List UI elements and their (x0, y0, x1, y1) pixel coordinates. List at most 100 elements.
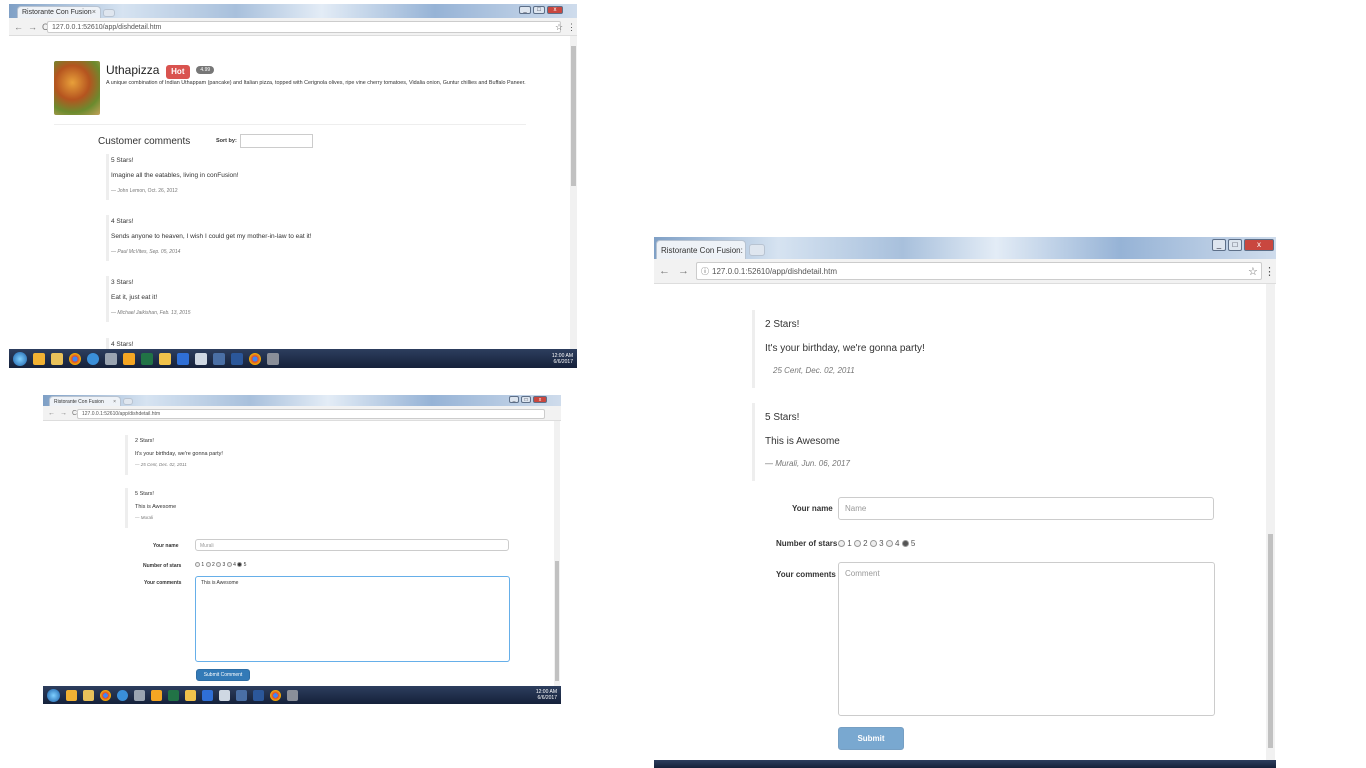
taskbar-app-icon[interactable] (66, 689, 77, 701)
taskbar-app-icon[interactable] (177, 352, 189, 365)
address-bar[interactable]: ⓘ 127.0.0.1:52610/app/dishdetail.htm (696, 262, 1262, 280)
taskbar-excel-icon[interactable] (168, 689, 179, 701)
comment-author: — John Lemon, Oct. 26, 2012 (111, 188, 178, 194)
taskbar-app-icon[interactable] (236, 689, 247, 701)
new-tab-button[interactable] (749, 244, 765, 256)
comment-rating: 3 Stars! (111, 279, 134, 286)
page-scrollbar[interactable] (554, 421, 560, 686)
taskbar-clock[interactable]: 12:00 AM 6/6/2017 (536, 689, 557, 701)
back-icon[interactable]: ← (48, 410, 55, 417)
close-button[interactable]: x (1244, 239, 1274, 251)
taskbar-app-icon[interactable] (287, 689, 298, 701)
taskbar-app-icon[interactable] (213, 352, 225, 365)
comments-textarea-value: This is Awesome (201, 580, 239, 586)
browser-menu-icon[interactable]: ⋮ (1264, 265, 1275, 278)
star-radio[interactable] (838, 540, 845, 548)
taskbar-app-icon[interactable] (267, 352, 279, 365)
forward-icon[interactable]: → (678, 265, 689, 277)
back-icon[interactable]: ← (659, 265, 670, 277)
browser-tab[interactable]: Ristorante Con Fusion: M × (656, 240, 746, 259)
name-input[interactable]: Murali (195, 539, 509, 551)
windows-taskbar: 12:00 AM 6/6/2017 (43, 686, 561, 704)
browser-menu-icon[interactable]: ⋮ (567, 22, 576, 33)
new-tab-button[interactable] (123, 398, 133, 405)
comments-textarea[interactable]: Comment (838, 562, 1215, 716)
star-radio[interactable] (226, 562, 232, 568)
star-radio-selected[interactable] (901, 540, 909, 548)
minimize-button[interactable]: _ (1212, 239, 1226, 251)
star-radio[interactable] (853, 540, 861, 548)
tab-close-icon[interactable]: × (92, 9, 96, 16)
address-bar[interactable]: 127.0.0.1:52610/app/dishdetail.htm (47, 21, 561, 33)
forward-icon[interactable]: → (60, 410, 67, 417)
back-icon[interactable]: ← (14, 22, 23, 32)
browser-tab[interactable]: Ristorante Con Fusion × (17, 6, 101, 18)
name-input-placeholder: Name (845, 504, 867, 513)
taskbar-word-icon[interactable] (253, 689, 264, 701)
close-button[interactable]: x (533, 396, 547, 403)
taskbar-app-icon[interactable] (202, 689, 213, 701)
taskbar-app-icon[interactable] (195, 352, 207, 365)
address-bar[interactable]: 127.0.0.1:52610/app/dishdetail.htm (77, 409, 545, 419)
scrollbar-thumb[interactable] (1268, 534, 1273, 748)
comment-rating: 5 Stars! (765, 412, 800, 423)
close-button[interactable]: x (547, 6, 563, 14)
site-info-icon[interactable]: ⓘ (701, 266, 709, 277)
taskbar-chrome-icon[interactable] (270, 689, 281, 701)
taskbar-folder-icon[interactable] (159, 352, 171, 365)
url-text: 127.0.0.1:52610/app/dishdetail.htm (712, 266, 837, 276)
minimize-button[interactable]: _ (519, 6, 531, 14)
maximize-button[interactable]: □ (1228, 239, 1242, 251)
maximize-button[interactable]: □ (533, 6, 545, 14)
tab-close-icon[interactable]: × (113, 399, 116, 405)
taskbar-ie-icon[interactable] (87, 352, 99, 365)
name-input[interactable]: Name (838, 497, 1214, 520)
taskbar-app-icon[interactable] (105, 352, 117, 365)
star-radio-group: 1 2 3 4 5 (195, 562, 246, 568)
taskbar-ie-icon[interactable] (117, 689, 128, 701)
taskbar-word-icon[interactable] (231, 352, 243, 365)
submit-comment-button[interactable]: Submit Comment (838, 727, 904, 764)
bookmark-star-icon[interactable]: ☆ (555, 22, 563, 33)
taskbar-excel-icon[interactable] (141, 352, 153, 365)
page-scrollbar[interactable] (570, 36, 577, 349)
start-button[interactable] (47, 688, 60, 702)
new-tab-button[interactable] (103, 9, 115, 17)
forward-icon[interactable]: → (28, 22, 37, 32)
submit-comment-button[interactable]: Submit Comment (196, 669, 250, 681)
taskbar-app-icon[interactable] (123, 352, 135, 365)
sort-input[interactable] (240, 134, 313, 148)
maximize-button[interactable]: □ (521, 396, 531, 403)
bookmark-star-icon[interactable]: ☆ (1248, 265, 1258, 278)
star-radio[interactable] (885, 540, 893, 548)
taskbar-app-icon[interactable] (151, 689, 162, 701)
scrollbar-thumb[interactable] (571, 46, 576, 186)
star-radio-label: 1 (847, 539, 852, 548)
start-button[interactable] (13, 351, 27, 366)
screenshot-dish-detail-top: Ristorante Con Fusion × _ □ x ← → C 127.… (9, 4, 577, 368)
star-radio[interactable] (216, 562, 222, 568)
taskbar-app-icon[interactable] (219, 689, 230, 701)
page-scrollbar[interactable] (1266, 284, 1275, 760)
taskbar-app-icon[interactable] (134, 689, 145, 701)
star-radio[interactable] (869, 540, 877, 548)
taskbar-chrome-icon[interactable] (100, 689, 111, 701)
browser-tab[interactable]: Ristorante Con Fusion × (49, 396, 121, 406)
taskbar-app-icon[interactable] (33, 352, 45, 365)
taskbar-clock[interactable]: 12:00 AM 6/6/2017 (552, 353, 573, 365)
taskbar-folder-icon[interactable] (185, 689, 196, 701)
taskbar-chrome-icon[interactable] (249, 352, 261, 365)
star-radio-selected[interactable] (237, 562, 243, 568)
scrollbar-thumb[interactable] (555, 561, 559, 681)
comment-text: This is Awesome (135, 504, 177, 510)
taskbar-app-icon[interactable] (51, 352, 63, 365)
clock-date: 6/6/2017 (553, 359, 573, 365)
star-radio[interactable] (195, 562, 200, 568)
tab-title: Ristorante Con Fusion (22, 9, 92, 16)
taskbar-app-icon[interactable] (83, 689, 94, 701)
comments-textarea[interactable]: This is Awesome (195, 576, 510, 662)
star-radio-label: 5 (243, 562, 247, 568)
minimize-button[interactable]: _ (509, 396, 519, 403)
taskbar-chrome-icon[interactable] (69, 352, 81, 365)
star-radio[interactable] (205, 562, 211, 568)
